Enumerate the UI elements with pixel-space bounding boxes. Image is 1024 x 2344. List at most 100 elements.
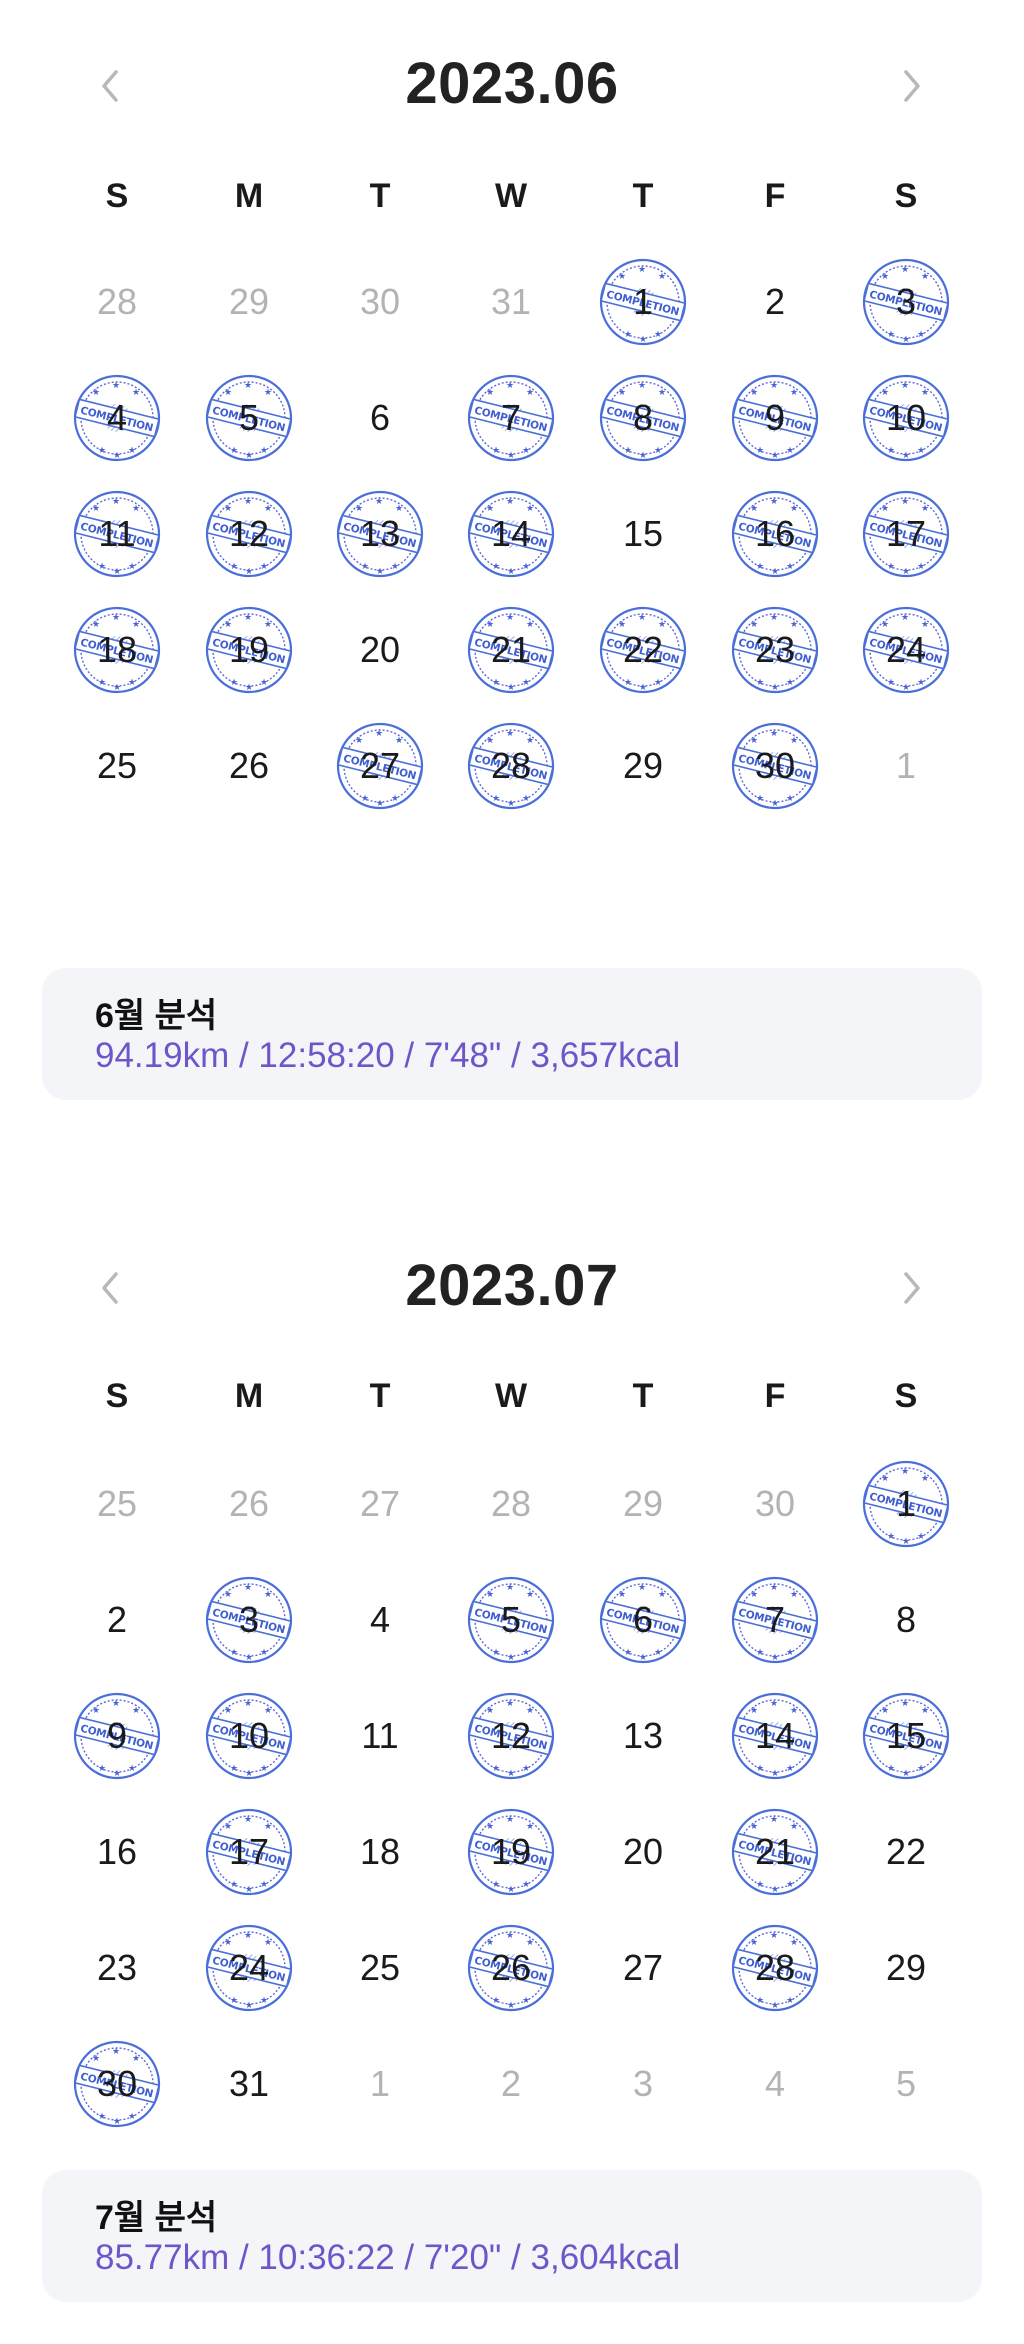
day-cell-completed[interactable]: ★ ★ ★ ★ ★ ★ COMPLETION 21 — [461, 600, 561, 700]
july-summary-card[interactable]: 7월 분석 85.77km / 10:36:22 / 7'20" / 3,604… — [42, 2170, 982, 2302]
svg-text:★: ★ — [756, 1764, 764, 1774]
day-cell-completed[interactable]: ★ ★ ★ ★ ★ ★ COMPLETION 10 — [199, 1686, 299, 1786]
day-cell-completed[interactable]: ★ ★ ★ ★ ★ ★ COMPLETION 9 — [725, 368, 825, 468]
day-cell[interactable]: 27 — [593, 1918, 693, 2018]
next-month-button[interactable] — [882, 56, 942, 116]
day-cell[interactable]: 8 — [856, 1570, 956, 1670]
day-cell[interactable]: 29 — [593, 1454, 693, 1554]
day-cell[interactable]: 4 — [725, 2034, 825, 2134]
day-number: 21 — [754, 1831, 796, 1872]
day-cell-completed[interactable]: ★ ★ ★ ★ ★ ★ COMPLETION 9 — [67, 1686, 167, 1786]
day-cell[interactable]: 13 — [593, 1686, 693, 1786]
day-cell-completed[interactable]: ★ ★ ★ ★ ★ ★ COMPLETION 23 — [725, 600, 825, 700]
day-cell[interactable]: 2 — [725, 252, 825, 352]
svg-text:★: ★ — [492, 1880, 500, 1890]
day-cell[interactable]: 26 — [199, 716, 299, 816]
day-cell-completed[interactable]: ★ ★ ★ ★ ★ ★ COMPLETION 1 — [593, 252, 693, 352]
day-number: 17 — [228, 1831, 270, 1872]
day-cell[interactable]: 23 — [67, 1918, 167, 2018]
day-cell[interactable]: 25 — [67, 1454, 167, 1554]
svg-text:★: ★ — [917, 562, 925, 572]
svg-text:★: ★ — [887, 678, 895, 688]
day-cell-completed[interactable]: ★ ★ ★ ★ ★ ★ COMPLETION 5 — [461, 1570, 561, 1670]
day-cell-completed[interactable]: ★ ★ ★ ★ ★ ★ COMPLETION 28 — [725, 1918, 825, 2018]
day-cell-completed[interactable]: ★ ★ ★ ★ ★ ★ COMPLETION 10 — [856, 368, 956, 468]
day-cell[interactable]: 5 — [856, 2034, 956, 2134]
day-cell-completed[interactable]: ★ ★ ★ ★ ★ ★ COMPLETION 18 — [67, 600, 167, 700]
day-cell-completed[interactable]: ★ ★ ★ ★ ★ ★ COMPLETION 14 — [725, 1686, 825, 1786]
day-cell[interactable]: 26 — [199, 1454, 299, 1554]
next-month-button[interactable] — [882, 1258, 942, 1318]
day-cell[interactable]: 1 — [330, 2034, 430, 2134]
day-cell-completed[interactable]: ★ ★ ★ ★ ★ ★ COMPLETION 30 — [725, 716, 825, 816]
day-cell-completed[interactable]: ★ ★ ★ ★ ★ ★ COMPLETION 30 — [67, 2034, 167, 2134]
day-cell-completed[interactable]: ★ ★ ★ ★ ★ ★ COMPLETION 12 — [199, 484, 299, 584]
day-cell-completed[interactable]: ★ ★ ★ ★ ★ ★ COMPLETION 6 — [593, 1570, 693, 1670]
month-title: 2023.07 — [405, 1253, 619, 1318]
day-cell[interactable]: 18 — [330, 1802, 430, 1902]
day-cell[interactable]: 31 — [199, 2034, 299, 2134]
svg-text:★: ★ — [245, 1653, 253, 1663]
svg-text:★: ★ — [526, 388, 534, 398]
day-cell-completed[interactable]: ★ ★ ★ ★ ★ ★ COMPLETION 21 — [725, 1802, 825, 1902]
day-number: 23 — [754, 629, 796, 670]
day-cell-completed[interactable]: ★ ★ ★ ★ ★ ★ COMPLETION 13 — [330, 484, 430, 584]
day-cell[interactable]: 27 — [330, 1454, 430, 1554]
day-cell[interactable]: 3 — [593, 2034, 693, 2134]
svg-text:★: ★ — [98, 2112, 106, 2122]
svg-text:★: ★ — [917, 446, 925, 456]
day-number: 29 — [622, 1483, 664, 1524]
day-cell[interactable]: 31 — [461, 252, 561, 352]
day-cell[interactable]: 6 — [330, 368, 430, 468]
day-cell-completed[interactable]: ★ ★ ★ ★ ★ ★ COMPLETION 22 — [593, 600, 693, 700]
day-cell-completed[interactable]: ★ ★ ★ ★ ★ ★ COMPLETION 24 — [856, 600, 956, 700]
day-cell[interactable]: 28 — [67, 252, 167, 352]
day-cell-completed[interactable]: ★ ★ ★ ★ ★ ★ COMPLETION 7 — [461, 368, 561, 468]
day-cell[interactable]: 16 — [67, 1802, 167, 1902]
day-cell[interactable]: 29 — [593, 716, 693, 816]
day-cell[interactable]: 25 — [330, 1918, 430, 2018]
day-cell-completed[interactable]: ★ ★ ★ ★ ★ ★ COMPLETION 16 — [725, 484, 825, 584]
day-cell-completed[interactable]: ★ ★ ★ ★ ★ ★ COMPLETION 12 — [461, 1686, 561, 1786]
day-cell-completed[interactable]: ★ ★ ★ ★ ★ ★ COMPLETION 5 — [199, 368, 299, 468]
day-cell[interactable]: 29 — [856, 1918, 956, 2018]
day-cell-completed[interactable]: ★ ★ ★ ★ ★ ★ COMPLETION 4 — [67, 368, 167, 468]
day-cell[interactable]: 2 — [461, 2034, 561, 2134]
day-cell[interactable]: 30 — [330, 252, 430, 352]
day-cell-completed[interactable]: ★ ★ ★ ★ ★ ★ COMPLETION 7 — [725, 1570, 825, 1670]
day-cell[interactable]: 11 — [330, 1686, 430, 1786]
day-cell-completed[interactable]: ★ ★ ★ ★ ★ ★ COMPLETION 17 — [856, 484, 956, 584]
day-cell[interactable]: 30 — [725, 1454, 825, 1554]
day-cell-completed[interactable]: ★ ★ ★ ★ ★ ★ COMPLETION 15 — [856, 1686, 956, 1786]
day-cell[interactable]: 4 — [330, 1570, 430, 1670]
day-cell-completed[interactable]: ★ ★ ★ ★ ★ ★ COMPLETION 19 — [461, 1802, 561, 1902]
day-cell[interactable]: 1 — [856, 716, 956, 816]
day-cell[interactable]: 2 — [67, 1570, 167, 1670]
day-cell-completed[interactable]: ★ ★ ★ ★ ★ ★ COMPLETION 3 — [856, 252, 956, 352]
day-cell-completed[interactable]: ★ ★ ★ ★ ★ ★ COMPLETION 19 — [199, 600, 299, 700]
svg-text:★: ★ — [264, 1590, 272, 1600]
svg-text:★: ★ — [230, 678, 238, 688]
day-cell-completed[interactable]: ★ ★ ★ ★ ★ ★ COMPLETION 3 — [199, 1570, 299, 1670]
day-cell[interactable]: 20 — [593, 1802, 693, 1902]
day-cell-completed[interactable]: ★ ★ ★ ★ ★ ★ COMPLETION 11 — [67, 484, 167, 584]
day-cell-completed[interactable]: ★ ★ ★ ★ ★ ★ COMPLETION 1 — [856, 1454, 956, 1554]
day-cell-completed[interactable]: ★ ★ ★ ★ ★ ★ COMPLETION 28 — [461, 716, 561, 816]
day-cell-completed[interactable]: ★ ★ ★ ★ ★ ★ COMPLETION 14 — [461, 484, 561, 584]
day-number: 5 — [500, 1599, 522, 1640]
weekday-header-row: SMTWTFS — [0, 1366, 1024, 1426]
day-cell-completed[interactable]: ★ ★ ★ ★ ★ ★ COMPLETION 17 — [199, 1802, 299, 1902]
june-summary-card[interactable]: 6월 분석 94.19km / 12:58:20 / 7'48" / 3,657… — [42, 968, 982, 1100]
day-cell[interactable]: 22 — [856, 1802, 956, 1902]
day-cell-completed[interactable]: ★ ★ ★ ★ ★ ★ COMPLETION 27 — [330, 716, 430, 816]
day-cell[interactable]: 29 — [199, 252, 299, 352]
day-cell-completed[interactable]: ★ ★ ★ ★ ★ ★ COMPLETION 26 — [461, 1918, 561, 2018]
day-cell[interactable]: 25 — [67, 716, 167, 816]
day-cell-completed[interactable]: ★ ★ ★ ★ ★ ★ COMPLETION 8 — [593, 368, 693, 468]
day-cell-completed[interactable]: ★ ★ ★ ★ ★ ★ COMPLETION 24 — [199, 1918, 299, 2018]
day-cell[interactable]: 28 — [461, 1454, 561, 1554]
day-number: 29 — [885, 1947, 927, 1988]
day-number: 28 — [96, 281, 138, 322]
day-cell[interactable]: 15 — [593, 484, 693, 584]
day-cell[interactable]: 20 — [330, 600, 430, 700]
